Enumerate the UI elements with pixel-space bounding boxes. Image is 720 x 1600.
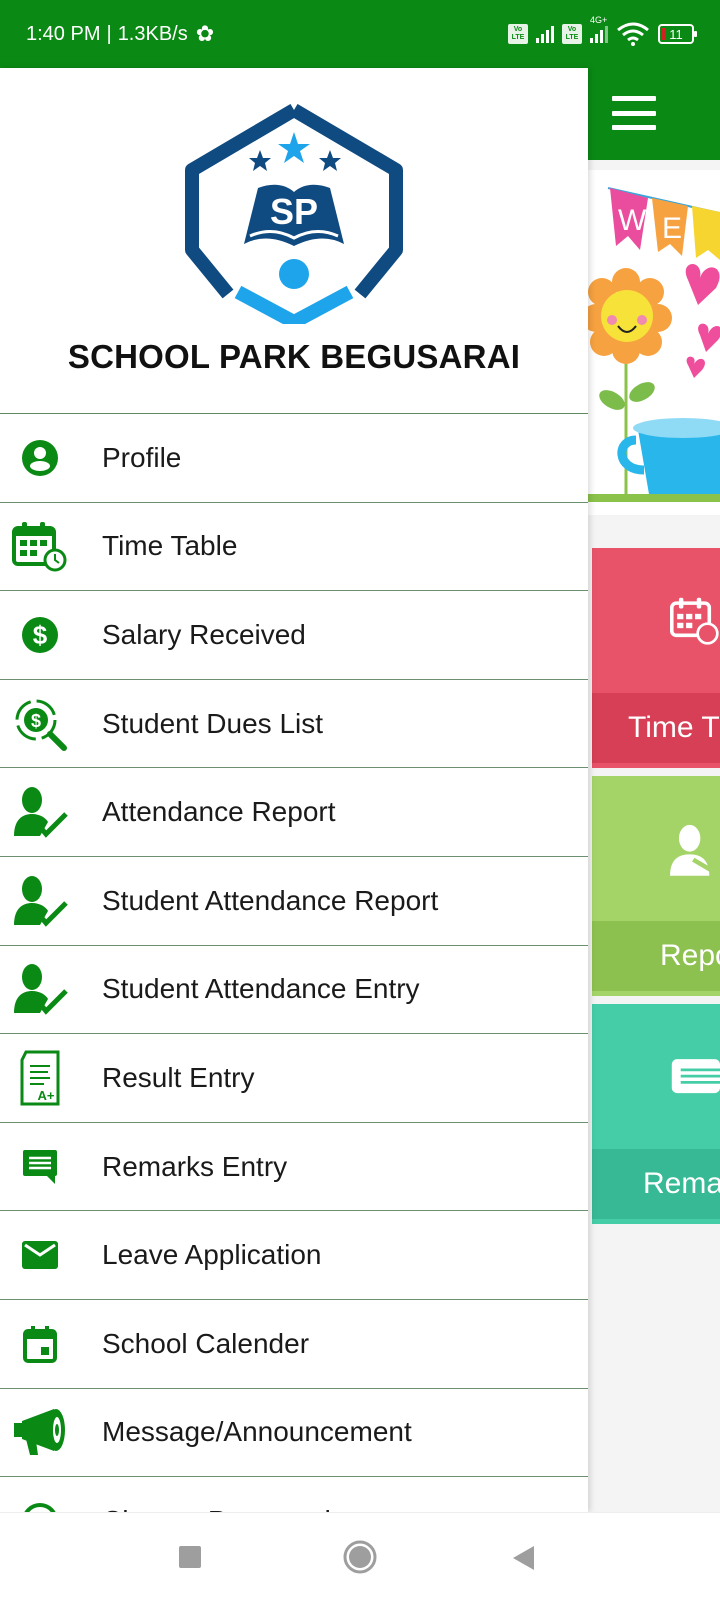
megaphone-icon (14, 1409, 65, 1456)
home-button[interactable] (342, 1539, 378, 1580)
svg-text:$: $ (31, 711, 41, 731)
menu-item-label: Time Table (102, 530, 238, 562)
grade-sheet-icon: A+ (20, 1050, 60, 1106)
menu-item-label: Message/Announcement (102, 1416, 412, 1448)
battery-icon: 11 (658, 24, 697, 44)
battery-level: 11 (669, 26, 683, 42)
calendar-clock-icon (12, 522, 67, 572)
user-check-icon (14, 964, 68, 1016)
status-separator: | (106, 22, 112, 45)
menu-item-label: School Calender (102, 1327, 310, 1359)
svg-text:A+: A+ (38, 1088, 55, 1103)
menu-item-label: Leave Application (102, 1239, 322, 1271)
menu-item-label: Attendance Report (102, 796, 336, 828)
settings-gear-icon: ✿ (195, 21, 215, 46)
svg-text:E: E (662, 212, 682, 245)
comment-icon (23, 1149, 57, 1184)
volte-icon: Vo LTE (508, 24, 528, 44)
recents-square-icon (179, 1546, 201, 1568)
menu-button[interactable] (612, 96, 656, 130)
home-circle-icon (343, 1540, 377, 1574)
menu-icon-bar (612, 96, 656, 101)
user-check-icon (14, 875, 68, 927)
menu-item-school-calender[interactable]: School Calender (0, 1300, 588, 1389)
menu-item-change-password[interactable]: Change Password (0, 1477, 588, 1512)
menu-icon-bar (612, 110, 656, 116)
tile-remarks[interactable]: Rema (592, 1004, 720, 1224)
drawer-header: SP SCHOOL PARK BEGUSARAI (0, 68, 588, 414)
tile-time-table[interactable]: Time T (592, 548, 720, 768)
menu-item-label: Profile (102, 441, 182, 473)
menu-item-result-entry[interactable]: A+ Result Entry (0, 1034, 588, 1123)
welcome-illustration: W E (588, 187, 720, 502)
calendar-clock-icon (670, 597, 719, 645)
user-check-icon (14, 787, 68, 838)
tile-label: Rema (592, 1149, 720, 1219)
menu-item-label: Result Entry (102, 1061, 255, 1093)
network-type: 4G+ (590, 15, 608, 25)
menu-item-student-dues-list[interactable]: $ Student Dues List (0, 680, 588, 769)
signal-4g-icon: 4G+ (590, 15, 608, 43)
volte-icon: Vo LTE (562, 24, 582, 44)
lock-circle-icon (24, 1502, 56, 1512)
system-nav-bar (0, 1512, 720, 1600)
navigation-drawer: SP SCHOOL PARK BEGUSARAI Profile Time Ta… (0, 68, 588, 1512)
tile-report[interactable]: Repo (592, 776, 720, 996)
status-net-speed: 1.3KB/s (117, 22, 188, 45)
user-report-icon (670, 824, 716, 876)
back-triangle-icon (513, 1546, 534, 1570)
menu-item-message-announcement[interactable]: Message/Announcement (0, 1389, 588, 1478)
menu-item-label: Student Dues List (102, 707, 324, 739)
menu-item-remarks-entry[interactable]: Remarks Entry (0, 1123, 588, 1212)
calendar-event-icon (23, 1325, 57, 1363)
status-time: 1:40 PM (26, 22, 101, 45)
back-button[interactable] (512, 1545, 536, 1576)
tile-label: Time T (592, 693, 720, 763)
welcome-banner: W E (588, 170, 720, 515)
status-bar: 1:40 PM | 1.3KB/s ✿ Vo LTE Vo LTE 4G+ 11 (0, 0, 720, 68)
menu-item-leave-application[interactable]: Leave Application (0, 1211, 588, 1300)
banner-flag (692, 206, 720, 260)
menu-item-student-attendance-entry[interactable]: Student Attendance Entry (0, 946, 588, 1035)
wifi-icon (617, 22, 649, 46)
menu-item-attendance-report[interactable]: Attendance Report (0, 768, 588, 857)
menu-item-label: Remarks Entry (102, 1150, 288, 1182)
comment-icon (671, 1058, 720, 1093)
menu-item-label: Change Password (102, 1505, 331, 1512)
menu-item-student-attendance-report[interactable]: Student Attendance Report (0, 857, 588, 946)
menu-item-salary-received[interactable]: $ Salary Received (0, 591, 588, 680)
menu-item-label: Student Attendance Report (102, 884, 439, 916)
account-circle-icon (22, 439, 58, 476)
menu-item-profile[interactable]: Profile (0, 414, 588, 503)
tile-label: Repo (592, 921, 720, 991)
screen: 1:40 PM | 1.3KB/s ✿ VoLTE VoLTE 4G+ 11 (0, 0, 720, 1600)
dollar-circle-icon: $ (22, 616, 58, 653)
dollar-search-icon: $ (15, 699, 67, 751)
signal-icon (536, 25, 554, 43)
school-logo: SP (185, 104, 403, 324)
recents-button[interactable] (178, 1545, 202, 1574)
svg-text:W: W (618, 204, 647, 237)
school-name: SCHOOL PARK BEGUSARAI (67, 338, 521, 375)
mail-icon (22, 1241, 58, 1270)
menu-item-time-table[interactable]: Time Table (0, 503, 588, 592)
menu-item-label: Salary Received (102, 618, 306, 650)
svg-text:$: $ (33, 620, 48, 650)
logo-text: SP (270, 191, 318, 232)
menu-item-label: Student Attendance Entry (102, 973, 420, 1005)
menu-icon-bar (612, 125, 656, 130)
